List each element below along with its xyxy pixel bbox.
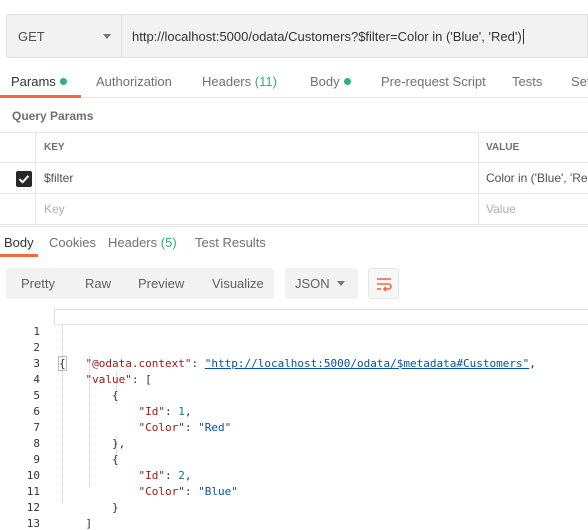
tab-tests[interactable]: Tests: [512, 74, 542, 89]
tab-headers[interactable]: Headers (11): [202, 74, 277, 89]
params-header-row: KEY VALUE: [0, 132, 588, 163]
method-label: GET: [18, 28, 45, 44]
tab-label: Body: [4, 235, 34, 250]
code-line: 5 "Id": 1,: [0, 372, 588, 418]
request-tabs: Params Authorization Headers (11) Body P…: [0, 68, 588, 98]
key-column-header: KEY: [36, 133, 479, 162]
url-input[interactable]: http://localhost:5000/odata/Customers?$f…: [121, 14, 588, 58]
tab-authorization[interactable]: Authorization: [96, 74, 172, 89]
status-dot-icon: [343, 78, 351, 85]
value-column-header: VALUE: [486, 142, 520, 153]
new-row-check-cell: [0, 194, 36, 224]
chevron-down-icon: [103, 34, 111, 39]
url-text: http://localhost:5000/odata/Customers?$f…: [132, 28, 522, 44]
new-param-row: Key Value: [0, 194, 588, 225]
format-select[interactable]: JSON: [285, 268, 358, 299]
params-table: KEY VALUE $filter Color in ('Blue', 'Re …: [0, 132, 588, 225]
text-cursor: [522, 28, 524, 44]
param-key-field[interactable]: $filter: [36, 163, 479, 193]
tab-pre-request-script[interactable]: Pre-request Script: [381, 74, 486, 89]
view-mode-group: Pretty Raw Preview Visualize: [6, 268, 274, 299]
tab-settings[interactable]: Set: [571, 74, 588, 89]
param-key-text: $filter: [44, 171, 74, 185]
param-row: $filter Color in ('Blue', 'Re: [0, 163, 588, 194]
pretty-button[interactable]: Pretty: [21, 276, 55, 291]
tab-params[interactable]: Params: [11, 74, 67, 89]
line-number: 13: [26, 517, 40, 530]
tab-label: Set: [571, 74, 588, 89]
tab-count-badge: (11): [254, 74, 277, 89]
code-line: 10 "Color": "Blue": [0, 452, 588, 498]
response-tabs: Body Cookies Headers (5) Test Results: [0, 226, 588, 257]
format-label: JSON: [295, 276, 330, 291]
method-select[interactable]: GET: [6, 14, 121, 58]
tab-label: Headers: [202, 74, 252, 89]
value-placeholder: Value: [486, 202, 516, 216]
chevron-down-icon: [337, 281, 345, 286]
tab-count-badge: (5): [160, 235, 177, 250]
tab-label: Test Results: [195, 235, 266, 250]
code-line: 11 }: [0, 468, 588, 514]
tab-label: Cookies: [49, 235, 96, 250]
request-bar: GET http://localhost:5000/odata/Customer…: [6, 14, 588, 58]
current-line-highlight: [54, 309, 588, 325]
param-value-field[interactable]: Color in ('Blue', 'Re: [479, 163, 588, 193]
response-tab-body[interactable]: Body: [4, 235, 34, 250]
code-line: 12 ]: [0, 484, 588, 530]
checkmark-icon: [18, 175, 30, 184]
new-key-input[interactable]: Key: [36, 194, 479, 224]
response-tab-test-results[interactable]: Test Results: [195, 235, 266, 250]
code-line: 13 }: [0, 500, 588, 530]
tab-label: Authorization: [96, 74, 172, 89]
code-line: 4 {: [0, 356, 588, 402]
wrap-lines-button[interactable]: [368, 268, 399, 299]
response-tab-headers[interactable]: Headers (5): [108, 235, 177, 250]
tab-label: Body: [310, 74, 340, 89]
code-line: 8 {: [0, 420, 588, 466]
visualize-button[interactable]: Visualize: [212, 276, 264, 291]
code-text: ]: [59, 517, 93, 530]
code-line: 3 "value": [: [0, 340, 588, 386]
code-line: 9 "Id": 2,: [0, 436, 588, 482]
code-line: 6 "Color": "Red": [0, 388, 588, 434]
key-placeholder: Key: [44, 202, 65, 216]
status-dot-icon: [59, 78, 67, 85]
tab-label: Tests: [512, 74, 543, 89]
response-tab-cookies[interactable]: Cookies: [49, 235, 96, 250]
raw-button[interactable]: Raw: [85, 276, 111, 291]
tab-label: Pre-request Script: [381, 74, 486, 89]
param-enabled-checkbox[interactable]: [16, 171, 32, 187]
code-line: 2 "@odata.context": "http://localhost:50…: [0, 324, 588, 370]
response-body-viewer[interactable]: 1 { 2 "@odata.context": "http://localhos…: [0, 307, 588, 530]
code-line: 7 },: [0, 404, 588, 450]
active-tab-indicator: [0, 254, 38, 257]
code-line: 1 {: [0, 308, 588, 371]
wrap-lines-icon: [377, 278, 392, 292]
header-check-cell: [0, 133, 36, 162]
tab-label: Params: [11, 74, 56, 89]
tab-label: Headers: [108, 235, 158, 250]
param-check-cell: [0, 163, 36, 193]
new-value-input[interactable]: Value: [479, 194, 588, 224]
preview-button[interactable]: Preview: [138, 276, 184, 291]
param-value-text: Color in ('Blue', 'Re: [486, 171, 588, 185]
active-tab-indicator: [0, 95, 81, 98]
query-params-title: Query Params: [12, 109, 94, 123]
tab-body[interactable]: Body: [310, 74, 351, 89]
